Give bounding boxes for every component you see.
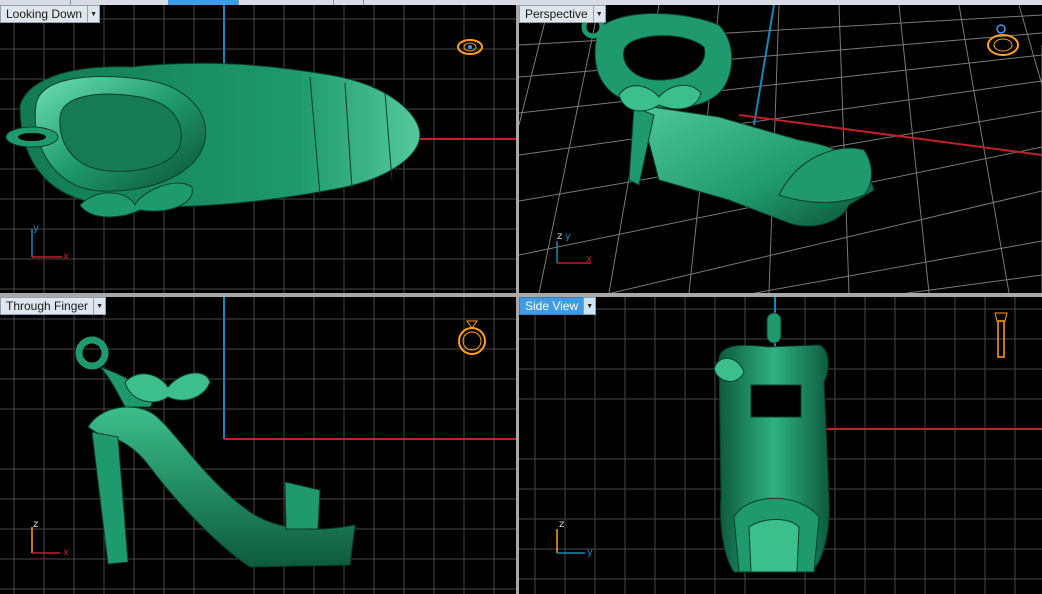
shoe-model-top[interactable]	[0, 5, 516, 293]
viewport-title[interactable]: Looking Down	[0, 5, 88, 23]
chevron-down-icon[interactable]: ▼	[583, 297, 597, 315]
axis-label-x: x	[63, 547, 69, 558]
viewport-through-finger[interactable]: Through Finger ▼ z x	[0, 297, 516, 594]
viewport-tab-perspective[interactable]: Perspective ▼	[519, 5, 606, 23]
ring-icon	[994, 312, 1008, 358]
axis-label-z: z	[33, 519, 39, 530]
viewport-title[interactable]: Perspective	[519, 5, 593, 23]
viewport-tab-side-view[interactable]: Side View ▼	[519, 297, 597, 315]
chevron-down-icon[interactable]: ▼	[93, 297, 107, 315]
ring-icon	[458, 320, 486, 355]
viewport-title[interactable]: Side View	[519, 297, 584, 315]
axis-label-z: z	[557, 231, 563, 242]
viewport-side-view[interactable]: Side View ▼ z y	[519, 297, 1042, 594]
viewport-title[interactable]: Through Finger	[0, 297, 94, 315]
viewport-tab-looking-down[interactable]: Looking Down ▼	[0, 5, 101, 23]
axis-label-x: x	[586, 254, 592, 265]
shoe-model-side[interactable]	[0, 297, 516, 594]
axis-label-y: y	[587, 547, 593, 558]
axis-label-y: y	[33, 223, 39, 234]
chevron-down-icon[interactable]: ▼	[87, 5, 101, 23]
chevron-down-icon[interactable]: ▼	[592, 5, 606, 23]
ring-icon	[457, 39, 483, 55]
axis-label-y: y	[565, 231, 571, 242]
axis-label-x: x	[63, 251, 69, 262]
axis-label-z: z	[559, 519, 565, 530]
ring-icon	[987, 24, 1019, 56]
viewport-perspective[interactable]: Perspective ▼ z y x	[519, 5, 1042, 293]
viewport-tab-through-finger[interactable]: Through Finger ▼	[0, 297, 107, 315]
viewport-looking-down[interactable]: Looking Down ▼ y x	[0, 5, 516, 293]
